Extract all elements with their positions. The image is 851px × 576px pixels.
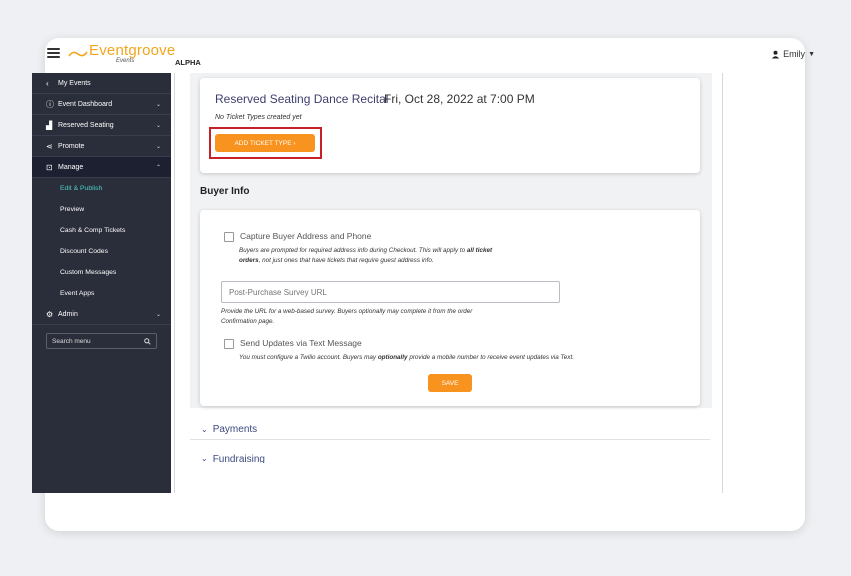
- seat-icon: ▟: [46, 120, 53, 130]
- info-icon: ⓘ: [46, 99, 54, 109]
- survey-url-input[interactable]: [221, 281, 560, 303]
- menu-icon[interactable]: [47, 48, 60, 58]
- sms-help-bold: optionally: [377, 354, 408, 361]
- logo-subtitle: Events: [116, 58, 135, 64]
- chevron-down-icon: ⌄: [155, 122, 161, 129]
- sidebar-sub-event-apps[interactable]: Event Apps: [32, 283, 171, 304]
- logo-name: Eventgroove: [89, 42, 176, 59]
- survey-url-help: Provide the URL for a web-based survey. …: [221, 307, 581, 327]
- chevron-down-icon: ⌄: [201, 425, 208, 434]
- sidebar-item-label: Manage: [58, 163, 84, 171]
- sidebar-item-event-dashboard[interactable]: ⓘ Event Dashboard ⌄: [32, 94, 171, 115]
- buyer-info-heading: Buyer Info: [200, 186, 250, 197]
- sidebar-item-manage[interactable]: ⊡ Manage ⌃: [32, 157, 171, 178]
- capture-help-bold: all ticket: [466, 247, 493, 254]
- admin-icon: ⚙: [46, 309, 54, 319]
- manage-icon: ⊡: [46, 162, 53, 172]
- chevron-down-icon: ⌄: [201, 454, 208, 463]
- sidebar-back-my-events[interactable]: ‹ My Events: [32, 73, 171, 94]
- sidebar-item-label: My Events: [58, 79, 91, 87]
- sidebar-sub-discount-codes[interactable]: Discount Codes: [32, 241, 171, 262]
- chevron-down-icon: ⌄: [155, 143, 161, 150]
- sms-help-text-2: provide a mobile number to receive event…: [407, 354, 574, 361]
- user-menu[interactable]: Emily ▼: [771, 49, 815, 59]
- chevron-up-icon: ⌃: [155, 164, 161, 171]
- sidebar-item-label: Event Dashboard: [58, 100, 113, 108]
- send-sms-help: You must configure a Twilio account. Buy…: [239, 353, 679, 363]
- event-title[interactable]: Reserved Seating Dance Recital: [215, 92, 388, 106]
- sidebar-sub-edit-publish[interactable]: Edit & Publish: [32, 178, 171, 199]
- sidebar: ‹ My Events ⓘ Event Dashboard ⌄ ▟ Reserv…: [32, 73, 171, 493]
- share-icon: ⋖: [46, 141, 53, 151]
- sidebar-sub-cash-comp-tickets[interactable]: Cash & Comp Tickets: [32, 220, 171, 241]
- search-menu-input[interactable]: Search menu: [46, 333, 157, 349]
- chevron-down-icon: ⌄: [155, 311, 161, 318]
- sidebar-item-reserved-seating[interactable]: ▟ Reserved Seating ⌄: [32, 115, 171, 136]
- content-right-border: [722, 73, 723, 493]
- fundraising-section-toggle[interactable]: ⌄ Fundraising: [201, 454, 265, 463]
- capture-address-checkbox[interactable]: [224, 232, 234, 242]
- capture-help-text: Buyers are prompted for required address…: [239, 247, 467, 254]
- no-ticket-types-text: No Ticket Types created yet: [215, 114, 302, 121]
- survey-help-text: Provide the URL for a web-based survey. …: [221, 308, 473, 315]
- fundraising-label: Fundraising: [212, 454, 265, 463]
- send-sms-label: Send Updates via Text Message: [240, 338, 362, 348]
- caret-down-icon: ▼: [808, 50, 815, 58]
- sidebar-sub-custom-messages[interactable]: Custom Messages: [32, 262, 171, 283]
- survey-help-text-2: Confirmation page.: [221, 318, 275, 325]
- sidebar-item-label: Admin: [58, 310, 78, 318]
- sidebar-item-label: Reserved Seating: [58, 121, 114, 129]
- logo-badge: ALPHA: [175, 58, 201, 67]
- user-icon: [771, 50, 780, 59]
- logo[interactable]: Eventgroove Events ALPHA: [68, 42, 228, 70]
- user-name: Emily: [783, 49, 806, 59]
- capture-address-label: Capture Buyer Address and Phone: [240, 231, 372, 241]
- payments-section-toggle[interactable]: ⌄ Payments: [201, 424, 257, 435]
- chevron-left-icon: ‹: [46, 78, 49, 88]
- add-ticket-type-button[interactable]: ADD TICKET TYPE ›: [215, 134, 315, 152]
- sidebar-sub-preview[interactable]: Preview: [32, 199, 171, 220]
- section-divider: [190, 439, 710, 440]
- capture-address-help: Buyers are prompted for required address…: [239, 246, 589, 266]
- search-icon: [144, 337, 151, 345]
- send-sms-checkbox[interactable]: [224, 339, 234, 349]
- payments-label: Payments: [212, 424, 258, 435]
- search-menu-placeholder: Search menu: [52, 337, 91, 345]
- sidebar-divider: [174, 73, 175, 493]
- capture-help-text-2: , not just ones that have tickets that r…: [258, 257, 434, 264]
- event-date: Fri, Oct 28, 2022 at 7:00 PM: [384, 92, 535, 106]
- logo-wave-icon: [68, 51, 88, 57]
- sidebar-item-promote[interactable]: ⋖ Promote ⌄: [32, 136, 171, 157]
- chevron-down-icon: ⌄: [155, 101, 161, 108]
- capture-help-bold-2: orders: [239, 257, 259, 264]
- sms-help-text: You must configure a Twilio account. Buy…: [239, 354, 378, 361]
- sidebar-item-admin[interactable]: ⚙ Admin ⌄: [32, 304, 171, 325]
- sidebar-item-label: Promote: [58, 142, 85, 150]
- save-button[interactable]: SAVE: [428, 374, 472, 392]
